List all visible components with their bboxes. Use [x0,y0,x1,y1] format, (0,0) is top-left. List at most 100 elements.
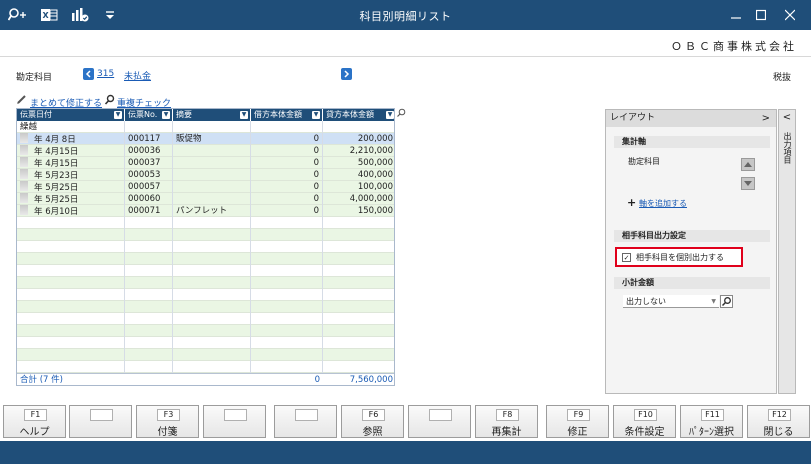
agg-axis-item[interactable]: 勘定科目 [628,156,660,167]
table-row[interactable]: 年 5月25日 000057 0 100,000 [17,181,394,193]
col-header-memo-label: 摘要 [176,110,192,119]
cell-debit: 0 [251,193,323,205]
minimize-icon[interactable] [725,5,747,25]
move-down-button[interactable] [741,177,755,190]
counter-checkbox-label[interactable]: 相手科目を個別出力する [636,252,724,263]
cell-debit: 0 [251,181,323,193]
account-label: 勘定科目 [16,73,53,83]
fkey-label: 閉じる [763,427,794,438]
col-header-debit[interactable]: 借方本体金額 ▼ [251,109,323,121]
collapse-panel-button[interactable]: > [762,110,770,127]
cell-memo [173,145,251,157]
empty-row[interactable] [17,361,394,373]
empty-row[interactable] [17,325,394,337]
magnifier-icon [104,94,115,105]
output-items-tab[interactable]: < 出力項目 [778,109,796,394]
empty-row[interactable] [17,349,394,361]
cell-date-text: 年 6月10日 [34,207,79,217]
empty-row[interactable] [17,265,394,277]
sort-dropdown-icon[interactable]: ▼ [114,111,122,119]
subtotal-select[interactable]: 出力しない ▼ [623,295,719,308]
table-row[interactable]: 年 4月15日 000037 0 500,000 [17,157,394,169]
table-row[interactable]: 年 6月10日 000071 パンフレット 0 150,000 [17,205,394,217]
date-era-indicator [20,181,28,191]
fkey-f1-button[interactable]: F1 ヘルプ [3,405,66,438]
add-axis-link[interactable]: 軸を追加する [639,198,687,209]
table-row[interactable]: 年 5月23日 000053 0 400,000 [17,169,394,181]
table-row[interactable]: 年 4月15日 000036 0 2,210,000 [17,145,394,157]
fkey-f8-button[interactable]: F8 再集計 [475,405,538,438]
date-era-indicator [20,169,28,179]
total-debit: 0 [314,375,320,385]
cell-date: 年 4月15日 [17,145,125,157]
next-account-button[interactable] [341,68,352,80]
col-header-credit[interactable]: 貸方本体金額 ▼ [323,109,394,121]
fkey-number [224,409,247,421]
cell-date-text: 年 4月 8日 [34,135,76,145]
layout-panel-header: レイアウト > [606,110,776,127]
zoom-icon[interactable] [397,108,406,117]
fkey-number: F8 [496,409,519,421]
account-code-link[interactable]: 315 [97,69,114,79]
fkey-f6-button[interactable]: F6 参照 [341,405,404,438]
search-icon [721,297,731,307]
table-row[interactable]: 年 4月 8日 000117 販促物 0 200,000 [17,133,394,145]
fkey-f10-button[interactable]: F10 条件設定 [613,405,676,438]
ledger-grid: 伝票日付 ▼ 伝票No. ▼ 摘要 ▼ 借方本体金額 ▼ 貸方本体金額 ▼ 繰越 年 4月… [16,108,395,386]
counter-checkbox[interactable]: ✓ [622,253,631,262]
col-header-no-label: 伝票No. [128,110,158,119]
fkey-number: F9 [567,409,590,421]
fkey-f3-button[interactable]: F3 付箋 [136,405,199,438]
col-header-no[interactable]: 伝票No. ▼ [125,109,173,121]
sort-dropdown-icon[interactable]: ▼ [386,111,394,119]
empty-row[interactable] [17,241,394,253]
empty-row[interactable] [17,313,394,325]
empty-row[interactable] [17,301,394,313]
table-row[interactable]: 年 5月25日 000060 0 4,000,000 [17,193,394,205]
function-key-bar: F1 ヘルプ F3 付箋 F6 参照 F8 再集計 F9 修正 F10 条件設定 F11 ﾊﾟﾀｰﾝ選択 F… [0,405,811,441]
fkey-number [295,409,318,421]
empty-row[interactable] [17,289,394,301]
fkey-label: ﾊﾟﾀｰﾝ選択 [689,427,734,438]
close-icon[interactable] [779,5,801,25]
carry-row[interactable]: 繰越 [17,121,394,133]
fkey-blank-button[interactable] [408,405,471,438]
cell-credit: 400,000 [357,170,393,180]
sort-dropdown-icon[interactable]: ▼ [240,111,248,119]
empty-row[interactable] [17,337,394,349]
fkey-blank-button[interactable] [274,405,337,438]
fkey-f11-button[interactable]: F11 ﾊﾟﾀｰﾝ選択 [680,405,743,438]
sort-dropdown-icon[interactable]: ▼ [312,111,320,119]
empty-row[interactable] [17,217,394,229]
col-header-date[interactable]: 伝票日付 ▼ [17,109,125,121]
empty-row[interactable] [17,253,394,265]
account-name-link[interactable]: 未払金 [124,69,151,82]
empty-row[interactable] [17,229,394,241]
cell-memo [173,193,251,205]
empty-row[interactable] [17,277,394,289]
tax-mode-label: 税抜 [772,73,791,83]
grid-header: 伝票日付 ▼ 伝票No. ▼ 摘要 ▼ 借方本体金額 ▼ 貸方本体金額 ▼ [17,109,394,121]
cell-no: 000053 [125,169,173,181]
fkey-f9-button[interactable]: F9 修正 [546,405,609,438]
total-label: 合計 (7 件) [20,375,63,385]
fkey-blank-button[interactable] [69,405,132,438]
sort-dropdown-icon[interactable]: ▼ [162,111,170,119]
output-items-label: 出力項目 [783,132,792,164]
cell-date-text: 年 5月25日 [34,183,79,193]
move-up-button[interactable] [741,158,755,171]
header-divider [0,56,811,57]
fkey-number: F1 [24,409,47,421]
subtotal-search-button[interactable] [720,295,733,308]
maximize-icon[interactable] [750,5,772,25]
prev-account-button[interactable] [83,68,94,80]
col-header-memo[interactable]: 摘要 ▼ [173,109,251,121]
cell-date: 年 5月25日 [17,193,125,205]
fkey-blank-button[interactable] [203,405,266,438]
expand-output-items-button[interactable]: < [779,112,795,123]
subtotal-select-value: 出力しない [626,297,666,306]
cell-debit: 0 [251,157,323,169]
cell-date-text: 年 5月25日 [34,195,79,205]
date-era-indicator [20,205,28,215]
fkey-f12-button[interactable]: F12 閉じる [747,405,810,438]
